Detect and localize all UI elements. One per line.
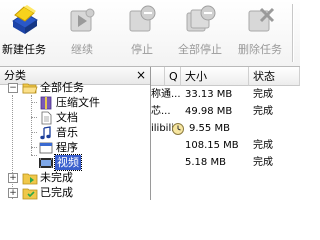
tree-item-incomplete[interactable]: + 未完成: [0, 170, 150, 185]
document-icon: [41, 111, 52, 125]
column-header-size[interactable]: 大小: [181, 67, 249, 86]
row-status: 完成: [253, 89, 273, 100]
row-size: 108.15 MB: [185, 140, 239, 151]
folder-open-icon: [22, 83, 38, 94]
tree-item-label: 程序: [56, 141, 78, 154]
column-header-name[interactable]: [151, 67, 165, 86]
stop-all-icon: [186, 5, 216, 32]
stop-label: 停止: [131, 43, 153, 56]
row-status: 完成: [253, 140, 273, 151]
tree-item-video[interactable]: 视频: [0, 154, 150, 171]
program-window-icon: [39, 142, 53, 154]
toolbar-separator: [292, 4, 294, 62]
resume-icon: [70, 8, 95, 32]
folder-check-icon: [22, 188, 38, 200]
tree-item-documents[interactable]: 文档: [0, 110, 150, 125]
music-note-icon: [40, 126, 51, 140]
tree-item-all-tasks[interactable]: − 全部任务: [0, 80, 150, 95]
delete-task-icon: [248, 7, 275, 32]
column-header-q[interactable]: Q: [165, 67, 181, 86]
stop-all-button[interactable]: 全部停止: [172, 0, 228, 66]
row-name[interactable]: [151, 155, 181, 171]
row-name[interactable]: 称通...: [151, 87, 181, 103]
expand-icon[interactable]: +: [8, 173, 18, 183]
tree-item-label: 音乐: [56, 126, 78, 139]
category-panel: 分类 × − 全部任务 压缩文件 文档 音乐 程序 视频 + 未完成 + 已完成: [0, 67, 151, 200]
tree-item-label: 文档: [56, 111, 78, 124]
resume-label: 继续: [71, 43, 93, 56]
tree-item-programs[interactable]: 程序: [0, 140, 150, 155]
tree-item-completed[interactable]: + 已完成: [0, 185, 150, 200]
delete-task-label: 删除任务: [238, 43, 282, 56]
toolbar: 新建任务 继续 停止 全部停止 删除任务: [0, 0, 300, 67]
stop-icon: [129, 5, 156, 32]
row-size: 49.98 MB: [185, 106, 233, 117]
delete-task-button[interactable]: 删除任务: [232, 0, 288, 66]
collapse-icon[interactable]: −: [8, 83, 18, 93]
tree-item-label: 已完成: [40, 186, 73, 199]
download-list: Q 大小 状态 称通... 33.13 MB 完成 芯... 49.98 MB …: [151, 67, 300, 200]
folder-arrow-icon: [22, 173, 38, 185]
tree-item-label: 压缩文件: [56, 96, 100, 109]
row-name[interactable]: ilibili...: [151, 121, 173, 137]
tree-item-archives[interactable]: 压缩文件: [0, 95, 150, 110]
tree-item-label: 视频: [54, 154, 82, 171]
row-size: 5.18 MB: [185, 157, 226, 168]
row-status: [253, 121, 300, 137]
new-task-button[interactable]: 新建任务: [0, 0, 48, 66]
new-task-icon: [12, 5, 38, 34]
row-status: 完成: [253, 157, 273, 168]
row-size: 33.13 MB: [185, 89, 233, 100]
resume-button[interactable]: 继续: [58, 0, 106, 66]
stop-all-label: 全部停止: [178, 43, 222, 56]
expand-icon[interactable]: +: [8, 188, 18, 198]
tree-item-label: 全部任务: [40, 81, 84, 94]
row-size: 9.55 MB: [189, 123, 230, 134]
new-task-label: 新建任务: [2, 43, 46, 56]
row-name[interactable]: [151, 138, 181, 154]
tree-item-music[interactable]: 音乐: [0, 125, 150, 140]
stop-button[interactable]: 停止: [118, 0, 166, 66]
row-status: 完成: [253, 106, 273, 117]
tree-item-label: 未完成: [40, 171, 73, 184]
archive-icon: [40, 96, 52, 110]
row-name[interactable]: 芯...: [151, 104, 181, 120]
column-header-status[interactable]: 状态: [249, 67, 300, 86]
video-film-icon: [39, 158, 53, 168]
clock-icon: [172, 123, 184, 135]
